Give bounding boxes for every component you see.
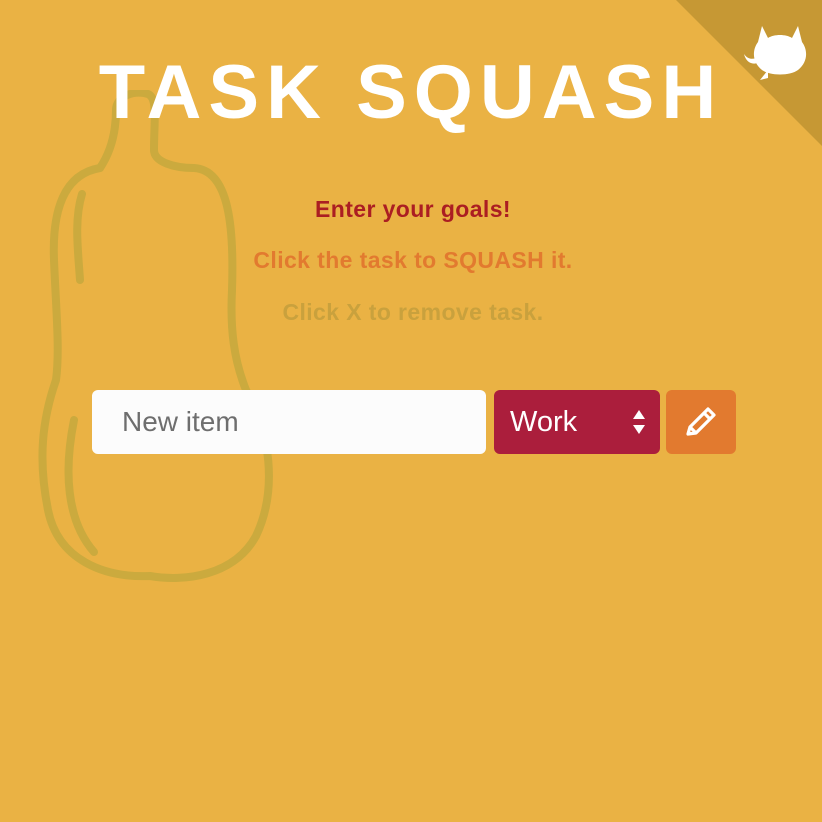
new-item-input[interactable] — [92, 390, 486, 454]
instruction-click-x: Click X to remove task. — [282, 299, 544, 325]
select-arrows-icon — [631, 408, 647, 441]
add-task-button[interactable] — [666, 390, 736, 454]
page-title: TASK SQUASH — [98, 50, 724, 135]
category-select-value: Work — [510, 406, 578, 438]
instruction-click-task: Click the task to SQUASH it. — [253, 247, 573, 273]
new-item-field[interactable] — [92, 390, 486, 454]
instruction-enter-goals: Enter your goals! — [315, 196, 511, 222]
pencil-icon — [686, 407, 716, 436]
category-select[interactable]: Work — [494, 390, 660, 454]
butternut-squash-icon — [34, 88, 278, 586]
